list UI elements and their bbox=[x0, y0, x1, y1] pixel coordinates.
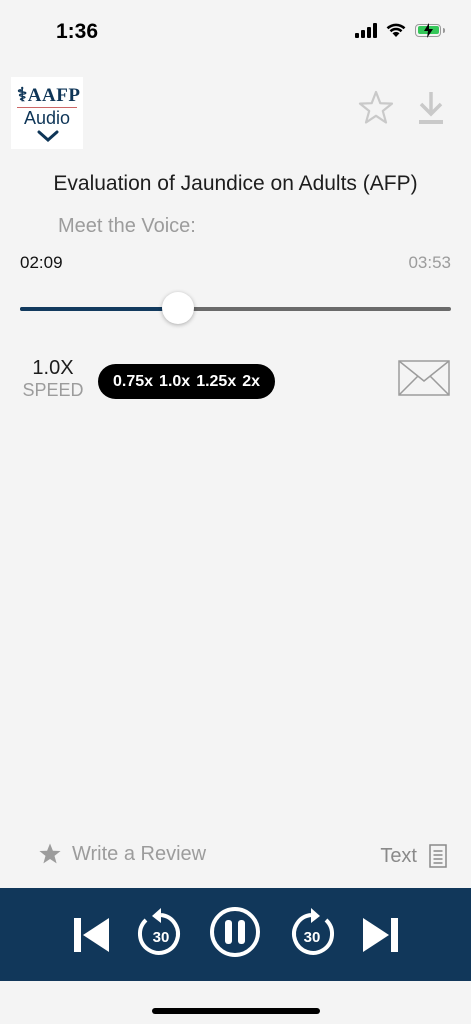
skip-next-icon[interactable] bbox=[361, 909, 399, 961]
speed-option-2x[interactable]: 2x bbox=[239, 373, 263, 391]
logo-org: ⚕AAFP bbox=[17, 85, 81, 106]
speed-value: 1.0X bbox=[32, 357, 74, 379]
slider-thumb[interactable] bbox=[162, 292, 195, 324]
skip-previous-icon[interactable] bbox=[73, 909, 111, 961]
text-transcript-button[interactable]: Text bbox=[380, 844, 447, 868]
logo-product: Audio bbox=[23, 108, 71, 128]
status-icons bbox=[355, 22, 445, 38]
total-time: 03:53 bbox=[408, 253, 451, 272]
favorite-star-icon[interactable] bbox=[358, 90, 394, 126]
slider-fill bbox=[20, 307, 179, 311]
write-review-label: Write a Review bbox=[72, 842, 207, 865]
speed-option-0-75x[interactable]: 0.75x bbox=[110, 373, 156, 391]
status-time: 1:36 bbox=[56, 20, 99, 43]
track-title: Evaluation of Jaundice on Adults (AFP) bbox=[53, 172, 418, 195]
text-label: Text bbox=[380, 844, 417, 867]
speed-options: 0.75x 1.0x 1.25x 2x bbox=[98, 364, 276, 399]
progress-slider[interactable] bbox=[20, 292, 451, 324]
current-time: 02:09 bbox=[20, 253, 63, 272]
meet-the-voice-link[interactable]: Meet the Voice: bbox=[58, 215, 196, 238]
status-bar: 1:36 bbox=[0, 0, 471, 64]
cellular-signal-icon bbox=[355, 22, 377, 38]
speed-label: SPEED bbox=[22, 380, 84, 400]
speed-option-1-25x[interactable]: 1.25x bbox=[193, 373, 239, 391]
battery-charging-icon bbox=[415, 22, 445, 38]
aafp-audio-logo-button[interactable]: ⚕AAFP Audio bbox=[11, 77, 83, 149]
forward-seconds: 30 bbox=[304, 929, 321, 946]
wifi-icon bbox=[386, 23, 406, 37]
mail-icon[interactable] bbox=[398, 360, 450, 396]
forward-30-icon[interactable]: 30 bbox=[288, 906, 336, 960]
speed-option-1-0x[interactable]: 1.0x bbox=[156, 373, 193, 391]
pause-icon[interactable] bbox=[209, 906, 261, 958]
download-icon[interactable] bbox=[418, 90, 444, 126]
player-controls: 30 30 bbox=[0, 888, 471, 981]
star-icon bbox=[39, 843, 61, 864]
home-indicator[interactable] bbox=[152, 1008, 320, 1014]
write-review-button[interactable]: Write a Review bbox=[38, 842, 206, 866]
chevron-down-icon bbox=[37, 130, 59, 142]
speed-indicator: 1.0X SPEED bbox=[18, 357, 88, 401]
rewind-seconds: 30 bbox=[153, 929, 170, 946]
document-icon bbox=[429, 844, 447, 868]
rewind-30-icon[interactable]: 30 bbox=[136, 906, 184, 960]
